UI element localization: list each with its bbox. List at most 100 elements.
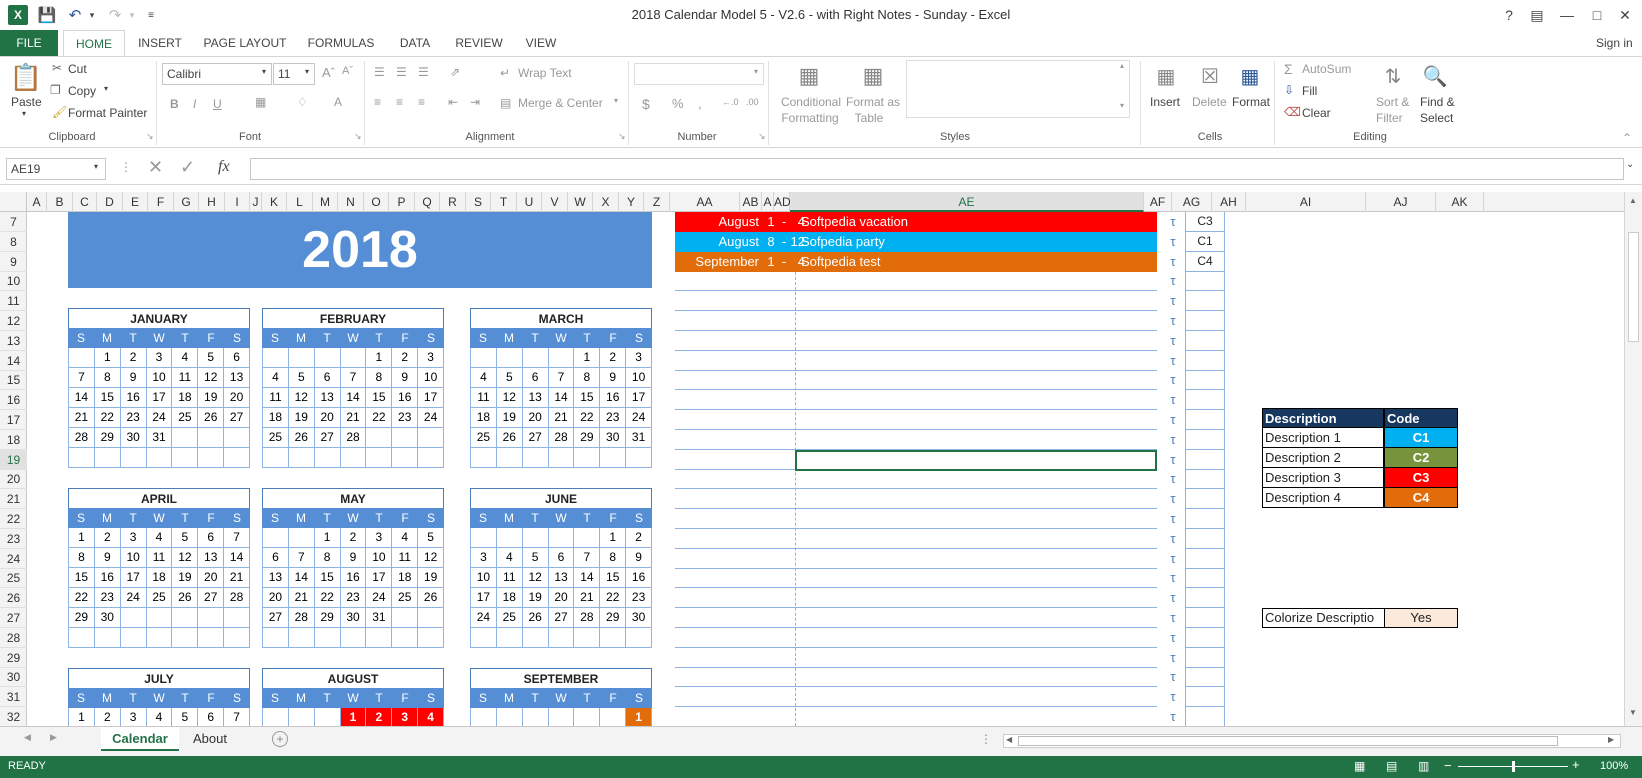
day-cell[interactable]: 17 (146, 388, 173, 408)
day-cell[interactable] (574, 448, 601, 468)
tab-page-layout[interactable]: PAGE LAYOUT (198, 30, 292, 57)
day-cell[interactable]: 2 (340, 528, 367, 548)
day-cell[interactable]: 4 (146, 528, 173, 548)
merge-center-button[interactable]: Merge & Center (518, 96, 603, 110)
day-cell[interactable] (366, 628, 393, 648)
tab-split-icon[interactable]: ⋮ (980, 732, 992, 746)
day-cell[interactable]: 5 (198, 348, 225, 368)
day-cell[interactable]: 20 (198, 568, 225, 588)
day-cell[interactable]: 7 (340, 368, 367, 388)
gallery-scroll-icon[interactable]: ▴ (1120, 61, 1124, 70)
day-cell[interactable]: 20 (314, 408, 341, 428)
day-cell[interactable] (314, 448, 341, 468)
code-cell[interactable] (1185, 350, 1225, 371)
new-sheet-icon[interactable]: + (272, 731, 288, 747)
day-cell[interactable]: 25 (392, 588, 419, 608)
column-header[interactable]: AJ (1366, 192, 1436, 212)
decrease-decimal-icon[interactable]: .00 (746, 97, 759, 107)
day-cell[interactable]: 22 (314, 588, 341, 608)
day-cell[interactable]: 26 (288, 428, 315, 448)
code-cell[interactable] (1185, 390, 1225, 411)
day-cell[interactable] (120, 448, 147, 468)
day-cell[interactable]: 1 (600, 528, 627, 548)
row-header[interactable]: 13 (0, 331, 27, 351)
day-cell[interactable] (522, 448, 549, 468)
day-cell[interactable]: 8 (366, 368, 393, 388)
zoom-slider-thumb[interactable] (1512, 761, 1515, 772)
align-top-icon[interactable]: ☰ (374, 65, 385, 79)
day-cell[interactable] (366, 428, 393, 448)
day-cell[interactable]: 7 (224, 528, 251, 548)
day-cell[interactable]: 4 (392, 528, 419, 548)
day-cell[interactable]: 18 (146, 568, 173, 588)
tab-data[interactable]: DATA (390, 30, 440, 57)
day-cell[interactable] (288, 708, 315, 728)
gallery-more-icon[interactable]: ▾ (1120, 101, 1124, 110)
code-cell[interactable] (1185, 449, 1225, 470)
day-cell[interactable]: 30 (94, 608, 121, 628)
day-cell[interactable]: 22 (68, 588, 95, 608)
number-launcher-icon[interactable]: ↘ (758, 131, 766, 142)
day-cell[interactable]: 30 (340, 608, 367, 628)
day-cell[interactable] (120, 628, 147, 648)
day-cell[interactable]: 9 (94, 548, 121, 568)
help-button[interactable]: ? (1494, 3, 1524, 27)
copy-dropdown-icon[interactable]: ▾ (104, 84, 108, 93)
formula-input[interactable] (250, 158, 1624, 180)
column-header[interactable]: AI (1246, 192, 1366, 212)
increase-decimal-icon[interactable]: ←.0 (722, 97, 739, 107)
day-cell[interactable]: 11 (146, 548, 173, 568)
day-cell[interactable] (470, 528, 497, 548)
day-cell[interactable]: 16 (94, 568, 121, 588)
day-cell[interactable]: 8 (574, 368, 601, 388)
note-entry[interactable]: August 1-4 Softpedia vacation (675, 212, 1157, 232)
row-header[interactable]: 8 (0, 232, 27, 252)
day-cell[interactable]: 26 (496, 428, 523, 448)
code-cell[interactable] (1185, 311, 1225, 331)
day-cell[interactable]: 15 (366, 388, 393, 408)
day-cell[interactable]: 7 (224, 708, 251, 728)
day-cell[interactable]: 17 (366, 568, 393, 588)
code-cell[interactable] (1185, 429, 1225, 450)
format-button[interactable]: Format (1232, 95, 1270, 109)
note-row[interactable] (675, 648, 1157, 668)
scroll-down-icon[interactable]: ▼ (1627, 708, 1639, 717)
day-cell[interactable]: 26 (172, 588, 199, 608)
sheet-tab-calendar[interactable]: Calendar (101, 727, 179, 751)
day-cell[interactable] (288, 628, 315, 648)
day-cell[interactable]: 15 (600, 568, 627, 588)
column-header[interactable]: B (47, 192, 73, 212)
legend-description[interactable]: Description 3 (1262, 468, 1384, 488)
maximize-icon[interactable]: □ (1582, 3, 1612, 27)
day-cell[interactable]: 27 (224, 408, 251, 428)
note-row[interactable] (675, 370, 1157, 391)
collapse-ribbon-icon[interactable]: ⌃ (1622, 131, 1632, 145)
bold-icon[interactable]: B (170, 97, 179, 111)
clipboard-launcher-icon[interactable]: ↘ (146, 131, 154, 142)
fill-color-icon[interactable]: ♢ (297, 95, 308, 109)
day-cell[interactable]: 16 (120, 388, 147, 408)
day-cell[interactable]: 13 (314, 388, 341, 408)
column-header[interactable]: W (568, 192, 593, 212)
day-cell[interactable] (522, 528, 549, 548)
font-name-select[interactable]: Calibri (162, 63, 272, 85)
day-cell[interactable] (496, 628, 523, 648)
day-cell[interactable] (626, 448, 653, 468)
day-cell[interactable] (522, 708, 549, 728)
day-cell[interactable]: 25 (146, 588, 173, 608)
day-cell[interactable]: 22 (366, 408, 393, 428)
code-cell[interactable]: C4 (1185, 251, 1225, 272)
row-header[interactable]: 23 (0, 529, 27, 549)
day-cell[interactable] (548, 628, 575, 648)
align-bottom-icon[interactable]: ☰ (418, 65, 429, 79)
align-left-icon[interactable]: ≡ (374, 95, 381, 109)
day-cell[interactable]: 19 (418, 568, 445, 588)
day-cell[interactable]: 23 (600, 408, 627, 428)
font-color-icon[interactable]: A (334, 95, 342, 109)
day-cell[interactable] (470, 708, 497, 728)
day-cell[interactable]: 4 (172, 348, 199, 368)
day-cell[interactable]: 15 (574, 388, 601, 408)
italic-icon[interactable]: I (193, 97, 196, 111)
legend-description[interactable]: Description 2 (1262, 448, 1384, 468)
day-cell[interactable]: 3 (366, 528, 393, 548)
